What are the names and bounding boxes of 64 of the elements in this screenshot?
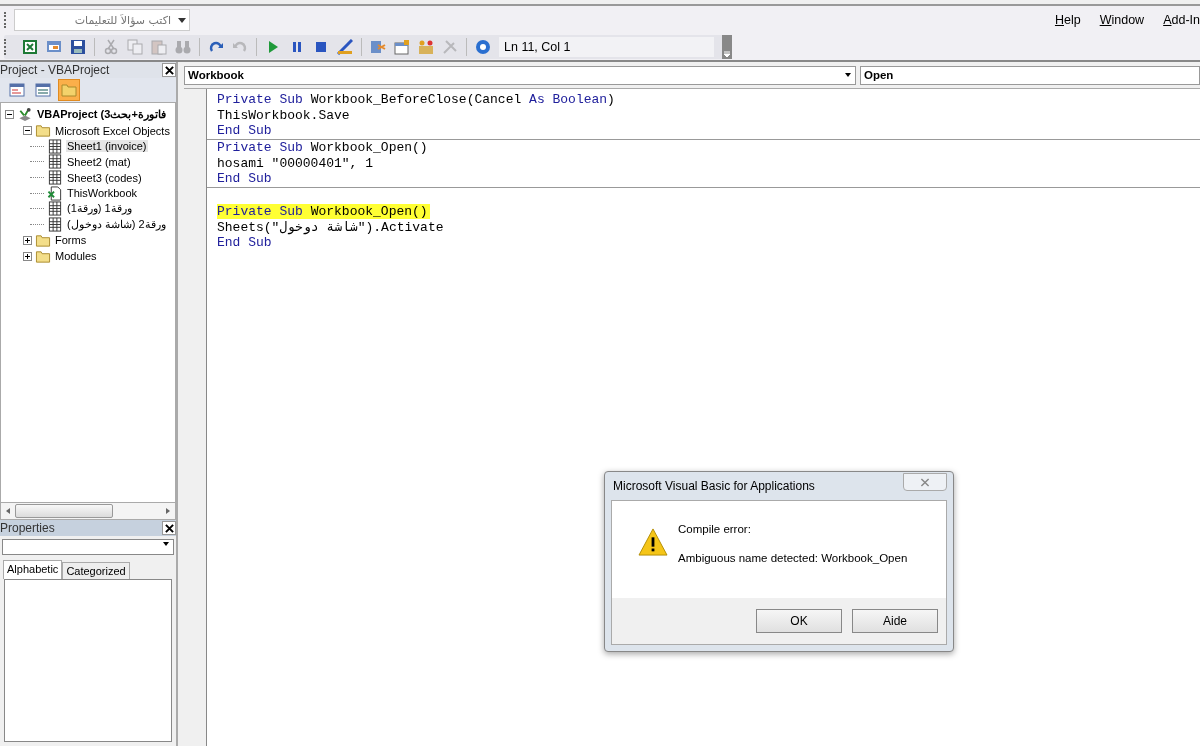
warning-icon: [638, 528, 668, 556]
horizontal-scrollbar[interactable]: [0, 503, 176, 520]
panel-title: Properties: [0, 521, 55, 535]
dropdown-arrow-icon[interactable]: [178, 17, 186, 23]
expand-toggle[interactable]: [23, 235, 32, 245]
procedure-dropdown[interactable]: Open: [860, 65, 1200, 85]
code-line: hosami "00000401", 1: [217, 155, 375, 171]
question-field[interactable]: اكتب سؤالاً للتعليمات: [14, 9, 190, 31]
error-heading: Compile error:: [678, 523, 752, 535]
project-explorer-icon[interactable]: [370, 39, 386, 55]
sheet-icon: [47, 201, 63, 217]
tree-item[interactable]: ThisWorkbook: [66, 187, 139, 200]
tree-item[interactable]: Forms: [54, 234, 88, 247]
code-line: ThisWorkbook.Save: [217, 107, 351, 123]
project-icon: [17, 107, 33, 123]
properties-icon[interactable]: [394, 39, 410, 55]
ruler-pencil-icon[interactable]: [337, 39, 353, 55]
folder-icon: [35, 123, 51, 139]
sheet-icon: [47, 154, 63, 170]
expand-toggle[interactable]: [5, 110, 14, 120]
help-icon[interactable]: [475, 39, 491, 55]
tree-item[interactable]: Sheet1 (invoice): [66, 140, 148, 153]
code-line: Private Sub Workbook_BeforeClose(Cancel As Boolean): [217, 92, 616, 107]
stop-icon[interactable]: [313, 39, 329, 55]
sheet-icon: [47, 170, 63, 186]
expand-toggle[interactable]: [23, 126, 32, 136]
close-icon: [920, 477, 930, 487]
code-line: End Sub: [217, 123, 273, 139]
tree-item[interactable]: VBAProject (فاتورة+بحث3: [36, 108, 167, 122]
tree-item[interactable]: ورقة1 (ورقة1): [66, 202, 133, 216]
folder-icon: [35, 248, 51, 264]
close-button[interactable]: [162, 63, 176, 77]
workbook-icon: [47, 185, 63, 201]
object-browser-icon[interactable]: [418, 39, 434, 55]
menu-item[interactable]: Window: [1099, 13, 1145, 27]
tree-item[interactable]: Sheet3 (codes): [66, 171, 143, 184]
panel-title: Project - VBAProject: [0, 63, 110, 77]
code-line: End Sub: [217, 235, 273, 251]
tree-item[interactable]: Modules: [54, 250, 98, 263]
question-field[interactable]: اكتب سؤالاً للتعليمات: [15, 13, 175, 27]
tree-item[interactable]: ورقة2 (شاشة دوخول): [66, 218, 167, 232]
tab[interactable]: Alphabetic: [3, 560, 63, 579]
sheet-icon: [47, 217, 63, 233]
code-line: Private Sub Workbook_Open(): [217, 140, 429, 156]
sheet-icon: [47, 138, 63, 154]
menu-item[interactable]: Add-In: [1163, 13, 1200, 27]
tree-item[interactable]: Microsoft Excel Objects: [54, 124, 171, 137]
code-line: End Sub: [217, 171, 273, 187]
error-message: Ambiguous name detected: Workbook_Open: [678, 552, 908, 564]
excel-icon[interactable]: [22, 39, 38, 55]
folder-icon: [35, 232, 51, 248]
dialog-title: Microsoft Visual Basic for Applications: [612, 479, 815, 493]
code-line: Sheets("شاشة دوخول").Activate: [217, 219, 445, 235]
tree-item[interactable]: Sheet2 (mat): [66, 155, 132, 168]
object-dropdown[interactable]: Workbook: [184, 65, 856, 85]
dialog-button[interactable]: Aide: [852, 609, 938, 633]
tab[interactable]: Categorized: [62, 562, 130, 579]
close-button[interactable]: [162, 521, 176, 535]
dialog-button[interactable]: OK: [756, 609, 842, 633]
form-icon[interactable]: [46, 39, 62, 55]
expand-toggle[interactable]: [23, 251, 32, 261]
menu-item[interactable]: Help: [1054, 13, 1081, 27]
cursor-position: Ln 11, Col 1: [499, 37, 714, 57]
save-icon[interactable]: [70, 39, 86, 55]
